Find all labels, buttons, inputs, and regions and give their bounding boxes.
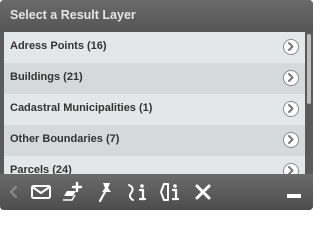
layer-row-label: Other Boundaries (7) — [10, 133, 120, 145]
pin-icon[interactable] — [93, 180, 117, 204]
identify-icon[interactable] — [125, 180, 149, 204]
layer-row-label: Cadastral Municipalities (1) — [10, 102, 153, 114]
layer-list: Adress Points (16) Buildings (21) Cadast… — [4, 32, 305, 174]
layer-row-buildings[interactable]: Buildings (21) — [4, 63, 305, 94]
scrollbar-thumb[interactable] — [307, 34, 311, 104]
close-icon[interactable] — [191, 180, 215, 204]
chevron-right-icon[interactable] — [283, 163, 299, 174]
chevron-right-icon[interactable] — [283, 39, 299, 55]
layer-row-label: Buildings (21) — [10, 71, 83, 83]
chevron-right-icon[interactable] — [283, 70, 299, 86]
layer-row-label: Adress Points (16) — [10, 40, 107, 52]
result-layer-panel: Select a Result Layer Adress Points (16)… — [0, 0, 313, 210]
panel-title: Select a Result Layer — [10, 8, 136, 22]
list-scrollbar[interactable] — [305, 32, 313, 174]
back-arrow-icon[interactable] — [3, 180, 27, 204]
polyline-identify-icon[interactable] — [158, 180, 182, 204]
layer-row-cadastral-municipalities[interactable]: Cadastral Municipalities (1) — [4, 94, 305, 125]
layer-row-adress-points[interactable]: Adress Points (16) — [4, 32, 305, 63]
add-layer-icon[interactable] — [60, 180, 84, 204]
layer-row-label: Parcels (24) — [10, 164, 72, 174]
panel-header: Select a Result Layer — [0, 0, 313, 32]
chevron-right-icon[interactable] — [283, 101, 299, 117]
bottom-toolbar — [0, 174, 313, 210]
minimize-icon[interactable] — [282, 180, 306, 204]
chevron-right-icon[interactable] — [283, 132, 299, 148]
layer-row-parcels[interactable]: Parcels (24) — [4, 156, 305, 174]
email-icon[interactable] — [29, 180, 53, 204]
layer-row-other-boundaries[interactable]: Other Boundaries (7) — [4, 125, 305, 156]
